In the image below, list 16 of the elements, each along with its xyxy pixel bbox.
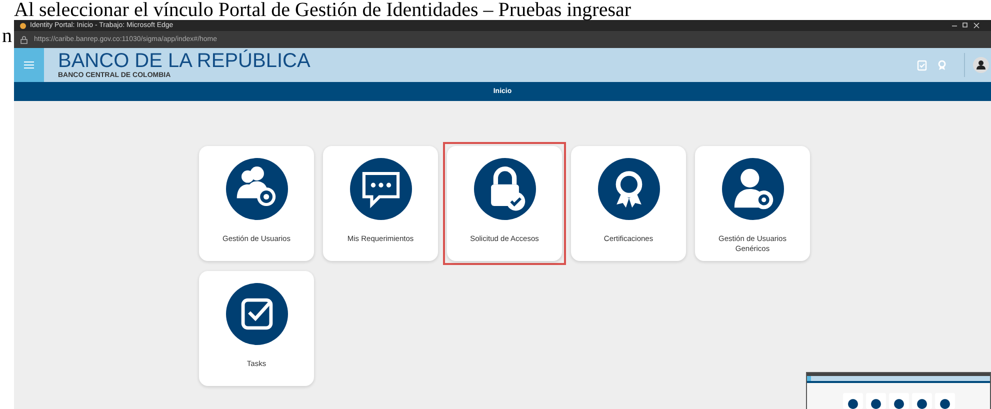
lock-icon [20,36,28,44]
award-ribbon-icon [598,158,660,220]
clipboard-check-icon[interactable] [916,59,928,71]
bank-title: BANCO DE LA REPÚBLICA [58,50,312,70]
user-gear-icon [722,158,784,220]
padlock-check-icon [474,158,536,220]
avatar-icon[interactable] [973,57,989,73]
users-gear-icon [226,158,288,220]
chat-bubble-icon [350,158,412,220]
menu-icon [24,61,34,69]
menu-button[interactable] [14,48,44,82]
browser-icon [20,22,26,28]
document-text: n [2,26,12,46]
award-icon[interactable] [936,59,948,71]
checkbox-icon [226,283,288,345]
document-text: Al seleccionar el vínculo Portal de Gestión de Identidades – Pruebas ingresar [13,0,632,20]
